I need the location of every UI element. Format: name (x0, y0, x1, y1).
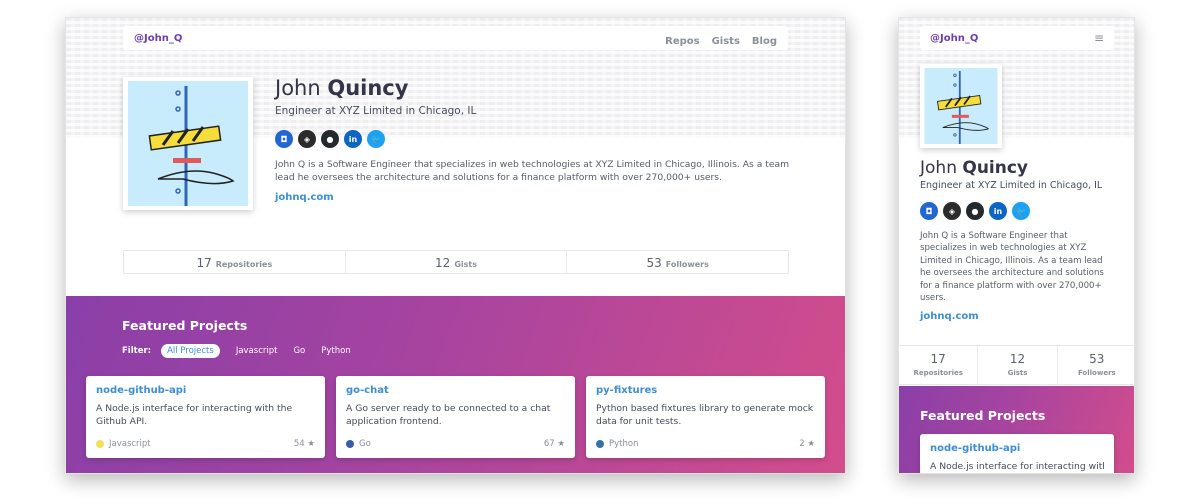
stat-label: Gists (454, 260, 477, 269)
stat-value: 17 (930, 352, 946, 366)
nav-link-repos[interactable]: Repos (665, 36, 699, 47)
project-description: A Node.js interface for interacting with… (96, 403, 293, 427)
social-links: ◘ ◈ ● in 🐦 (275, 130, 390, 148)
social-links: ◘ ◈ ● in 🐦 (920, 202, 1035, 220)
nav-link-gists[interactable]: Gists (712, 36, 740, 47)
mobile-preview: @John_Q ≡ John Quincy Engineer at XYZ Li… (898, 17, 1135, 474)
filter-all-projects[interactable]: All Projects (161, 344, 220, 358)
last-name: Quincy (962, 158, 1029, 178)
profile-name: John Quincy (920, 158, 1028, 178)
top-nav: @John_Q ≡ (920, 26, 1114, 50)
avatar-illustration (924, 68, 998, 144)
github-icon[interactable]: ● (321, 130, 339, 148)
project-language: Python (596, 439, 638, 449)
codepen-icon[interactable]: ◈ (298, 130, 316, 148)
profile-name: John Quincy (275, 76, 408, 100)
featured-title: Featured Projects (122, 318, 248, 333)
project-description: A Node.js interface for interacting with (930, 461, 1104, 472)
language-dot-icon (96, 440, 104, 448)
featured-title: Featured Projects (920, 408, 1046, 423)
profile-title: Engineer at XYZ Limited in Chicago, IL (920, 180, 1103, 191)
filter-javascript[interactable]: Javascript (236, 346, 278, 356)
filter-bar: Filter: All Projects Javascript Go Pytho… (122, 344, 367, 358)
nav-links: Repos Gists Blog (653, 29, 777, 48)
language-dot-icon (346, 440, 354, 448)
stat-followers[interactable]: 53 Followers (1058, 346, 1134, 384)
stat-label: Followers (665, 260, 709, 269)
stat-followers[interactable]: 53 Followers (567, 251, 788, 273)
hamburger-menu-icon[interactable]: ≡ (1094, 31, 1104, 45)
project-description: Python based fixtures library to generat… (596, 403, 814, 427)
stats-bar: 17 Repositories 12 Gists 53 Followers (123, 250, 789, 274)
project-description: A Go server ready to be connected to a c… (346, 403, 551, 427)
twitter-icon[interactable]: 🐦 (1012, 202, 1030, 220)
project-stars: 2 ★ (799, 439, 815, 449)
project-name[interactable]: go-chat (346, 385, 389, 396)
nav-link-blog[interactable]: Blog (752, 36, 777, 47)
project-language: Go (346, 439, 371, 449)
language-label: Python (609, 439, 639, 449)
stat-gists[interactable]: 12 Gists (346, 251, 568, 273)
stat-label: Followers (1077, 369, 1116, 377)
stat-repositories[interactable]: 17 Repositories (124, 251, 346, 273)
project-name[interactable]: node-github-api (930, 443, 1020, 454)
project-name[interactable]: node-github-api (96, 385, 186, 396)
filter-label: Filter: (122, 346, 152, 356)
filter-go[interactable]: Go (293, 346, 305, 356)
project-card[interactable]: py-fixtures Python based fixtures librar… (586, 376, 825, 458)
website-link[interactable]: johnq.com (920, 311, 979, 322)
avatar (123, 77, 253, 210)
website-link[interactable]: johnq.com (275, 192, 334, 203)
first-name: John (920, 158, 963, 178)
codepen-icon[interactable]: ◈ (943, 202, 961, 220)
language-label: Javascript (109, 439, 151, 449)
featured-section: Featured Projects node-github-api A Node… (899, 386, 1134, 473)
avatar (920, 64, 1002, 148)
project-name[interactable]: py-fixtures (596, 385, 657, 396)
github-icon[interactable]: ● (966, 202, 984, 220)
filter-python[interactable]: Python (321, 346, 350, 356)
bitbucket-icon[interactable]: ◘ (920, 202, 938, 220)
stat-value: 53 (646, 256, 662, 270)
stat-label: Gists (1007, 369, 1028, 377)
top-nav: @John_Q Repos Gists Blog (123, 26, 788, 50)
stat-label: Repositories (215, 260, 273, 269)
project-stars: 54 ★ (293, 439, 315, 449)
twitter-icon[interactable]: 🐦 (367, 130, 385, 148)
project-card[interactable]: go-chat A Go server ready to be connecte… (336, 376, 575, 458)
language-dot-icon (596, 440, 604, 448)
linkedin-icon[interactable]: in (344, 130, 362, 148)
profile-bio: John Q is a Software Engineer that speci… (920, 231, 1104, 304)
profile-title: Engineer at XYZ Limited in Chicago, IL (275, 105, 477, 117)
stat-value: 17 (196, 256, 212, 270)
language-label: Go (359, 439, 371, 449)
bitbucket-icon[interactable]: ◘ (275, 130, 293, 148)
first-name: John (275, 76, 328, 100)
desktop-preview: @John_Q Repos Gists Blog John Quincy Engin… (65, 17, 846, 474)
linkedin-icon[interactable]: in (989, 202, 1007, 220)
last-name: Quincy (327, 76, 409, 100)
stat-value: 12 (435, 256, 451, 270)
project-stars: 67 ★ (543, 439, 565, 449)
stat-repositories[interactable]: 17 Repositories (899, 346, 979, 384)
stats-bar: 17 Repositories 12 Gists 53 Followers (899, 345, 1134, 385)
stat-value: 12 (1009, 352, 1026, 366)
brand-handle[interactable]: @John_Q (930, 33, 978, 44)
avatar-illustration (128, 81, 248, 206)
brand-handle[interactable]: @John_Q (134, 33, 182, 44)
stat-label: Repositories (913, 369, 963, 377)
project-language: Javascript (96, 439, 151, 449)
stat-value: 53 (1089, 352, 1105, 366)
project-card[interactable]: node-github-api A Node.js interface for … (86, 376, 325, 458)
profile-bio: John Q is a Software Engineer that speci… (275, 159, 790, 183)
stat-gists[interactable]: 12 Gists (978, 346, 1058, 384)
project-card[interactable]: node-github-api A Node.js interface for … (920, 434, 1114, 473)
featured-section: Featured Projects Filter: All Projects J… (66, 296, 845, 473)
